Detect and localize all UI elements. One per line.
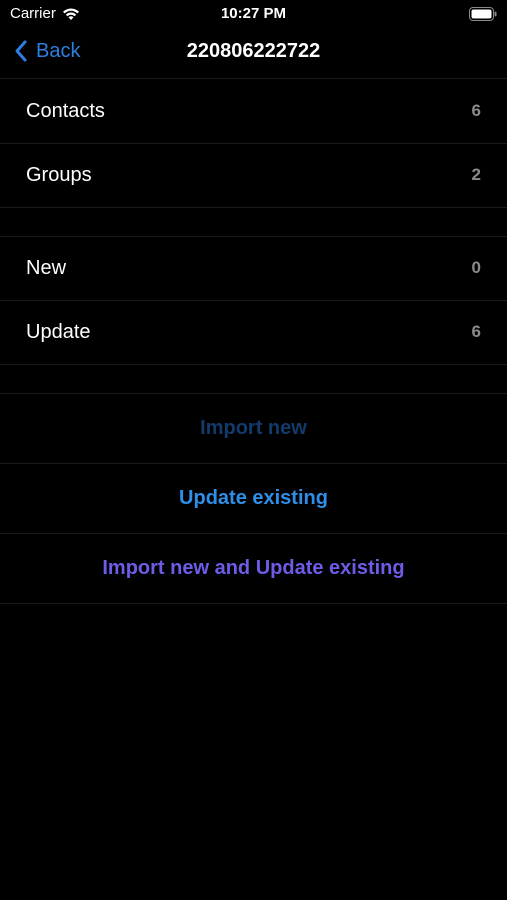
row-label: New <box>26 257 67 279</box>
section-spacer <box>0 208 507 237</box>
row-label: Update <box>26 321 91 343</box>
list-item-contacts: Contacts 6 <box>0 80 507 144</box>
row-count: 6 <box>471 322 481 341</box>
import-new-button: Import new <box>0 394 507 464</box>
status-time: 10:27 PM <box>220 5 287 22</box>
row-count: 0 <box>471 258 481 277</box>
list-item-new: New 0 <box>0 237 507 301</box>
section-spacer <box>0 365 507 394</box>
update-existing-button[interactable]: Update existing <box>0 464 507 534</box>
navigation-bar: Back 220806222722 <box>0 28 507 79</box>
list-item-update: Update 6 <box>0 301 507 365</box>
page-title: 220806222722 <box>186 40 321 62</box>
row-label: Groups <box>26 164 92 186</box>
battery-icon <box>469 7 497 21</box>
import-and-update-button[interactable]: Import new and Update existing <box>0 534 507 604</box>
row-label: Contacts <box>26 100 105 122</box>
list-item-groups: Groups 2 <box>0 144 507 208</box>
status-bar: Carrier 10:27 PM <box>0 0 507 28</box>
row-count: 6 <box>471 101 481 120</box>
row-count: 2 <box>471 165 481 184</box>
